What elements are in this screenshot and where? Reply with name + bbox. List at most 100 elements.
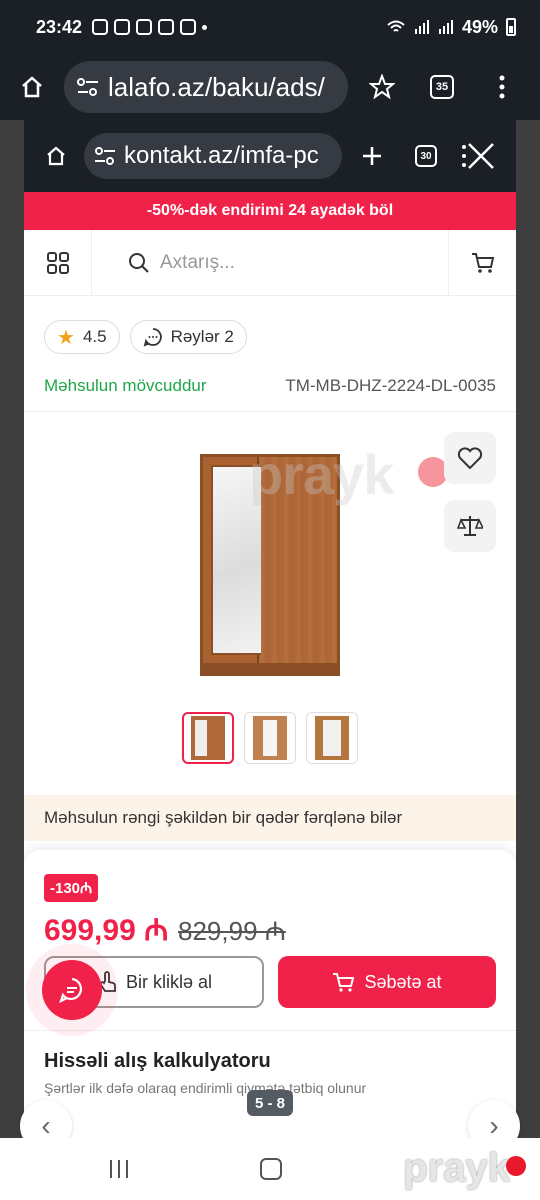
close-icon — [462, 143, 494, 169]
inner-url-text: kontakt.az/imfa-pc — [124, 142, 319, 169]
comment-icon — [143, 328, 162, 347]
tabs-icon: 30 — [415, 145, 437, 167]
cart-icon — [471, 252, 494, 273]
thumbnail-image — [315, 716, 349, 760]
snapchat-icon — [136, 19, 153, 35]
outer-browser-bar: lalafo.az/baku/ads/ 35 — [0, 54, 540, 120]
new-tab-button[interactable] — [352, 136, 392, 176]
more-icon — [499, 75, 505, 99]
bookmark-button[interactable] — [362, 67, 402, 107]
status-bar: 23:42 49% — [0, 0, 540, 54]
grid-icon — [46, 251, 69, 274]
promo-banner[interactable]: -50%-dək endirimi 24 ayadək böl — [24, 192, 516, 230]
chat-icon — [59, 977, 83, 1004]
rating-chip[interactable]: ★ 4.5 — [44, 320, 120, 354]
site-header: Axtarış... — [24, 229, 516, 296]
inner-browser-bar: kontakt.az/imfa-pc 30 — [24, 120, 516, 192]
divider — [24, 402, 516, 412]
battery-percent: 49% — [461, 16, 498, 37]
thumbnail[interactable] — [306, 712, 358, 764]
close-popup-button[interactable] — [458, 136, 498, 176]
reviews-label: Rəylər 2 — [170, 327, 234, 346]
divider — [24, 1030, 516, 1031]
search-input[interactable]: Axtarış... — [92, 252, 448, 274]
compare-button[interactable] — [444, 500, 496, 552]
system-home-button[interactable] — [260, 1158, 282, 1180]
status-right: 49% — [386, 17, 516, 38]
add-to-cart-label: Səbətə at — [364, 971, 442, 992]
status-time: 23:42 — [36, 16, 83, 37]
wifi-icon — [387, 20, 405, 32]
installment-calculator-title[interactable]: Hissəli alış kalkulyatoru — [44, 1050, 271, 1073]
signal-icon — [438, 20, 453, 34]
reviews-chip[interactable]: Rəylər 2 — [129, 320, 247, 354]
favorite-button[interactable] — [444, 432, 496, 484]
current-price: 699,99 ₼ — [44, 914, 169, 947]
add-to-cart-button[interactable]: Səbətə at — [278, 956, 496, 1008]
message-icon — [158, 19, 175, 35]
product-gallery: prayk — [24, 412, 516, 712]
battery-icon — [506, 18, 516, 36]
page-backdrop-right — [516, 120, 540, 1138]
buy-one-click-label: Bir kliklə al — [125, 971, 213, 992]
recent-apps-icon — [110, 1160, 112, 1178]
signal-icon — [414, 20, 429, 34]
outer-url-bar[interactable]: lalafo.az/baku/ads/ — [64, 61, 348, 113]
search-icon — [129, 252, 149, 273]
corner-watermark: prayk — [403, 1146, 510, 1190]
notification-icons — [92, 19, 208, 35]
cart-button[interactable] — [448, 229, 516, 296]
thumbnail-interior — [263, 720, 277, 756]
recent-apps-icon — [126, 1160, 128, 1178]
wardrobe-base — [203, 663, 337, 673]
product-sku: TM-MB-DHZ-2224-DL-0035 — [285, 376, 496, 395]
star-icon — [369, 74, 395, 100]
star-icon: ★ — [57, 326, 75, 349]
thumbnail[interactable] — [244, 712, 296, 764]
watermark-dot — [506, 1156, 526, 1176]
inner-home-button[interactable] — [36, 136, 76, 176]
old-price: 829,99 ₼ — [178, 916, 286, 946]
thumbnail-image — [191, 716, 225, 760]
home-button[interactable] — [12, 67, 52, 107]
recent-apps-icon — [118, 1160, 120, 1178]
menu-button[interactable] — [482, 67, 522, 107]
search-placeholder: Axtarış... — [160, 251, 235, 273]
color-disclaimer: Məhsulun rəngi şəkildən bir qədər fərqlə… — [24, 795, 516, 841]
instagram-icon — [180, 19, 197, 35]
snapchat-icon — [114, 19, 131, 35]
compare-icon — [457, 516, 483, 536]
plus-icon — [363, 147, 381, 165]
image-watermark: prayk — [249, 443, 394, 506]
more-notifications-icon — [202, 24, 208, 30]
scrolled-label — [24, 296, 516, 308]
inner-tabs-button[interactable]: 30 — [406, 136, 446, 176]
thumbnail-image — [253, 716, 287, 760]
outer-url-text: lalafo.az/baku/ads/ — [108, 71, 325, 102]
system-nav-bar: prayk — [0, 1138, 540, 1200]
installment-calculator-subtitle: Şərtlər ilk dəfə olaraq endirimli qiymət… — [44, 1080, 367, 1096]
catalog-button[interactable] — [24, 229, 92, 296]
discount-badge: -130₼ — [44, 874, 99, 902]
page-backdrop-left — [0, 120, 24, 1138]
thumbnail-mirror — [195, 720, 207, 756]
availability-status: Məhsulun mövcuddur — [44, 376, 207, 395]
heart-icon — [457, 447, 483, 470]
thumbnail-shelves — [323, 720, 341, 756]
recent-apps-button[interactable] — [110, 1160, 128, 1178]
rating-row: ★ 4.5 Rəylər 2 — [24, 308, 516, 354]
chat-button[interactable] — [42, 960, 102, 1020]
gallery-page-indicator: 5 - 8 — [247, 1090, 293, 1116]
thumbnail-strip — [24, 712, 516, 776]
tabs-icon: 35 — [430, 75, 454, 99]
availability-row: Məhsulun mövcuddur TM-MB-DHZ-2224-DL-003… — [24, 354, 516, 402]
cart-icon — [333, 973, 355, 992]
thumbnail[interactable] — [182, 712, 234, 764]
rating-value: 4.5 — [82, 327, 107, 346]
inner-url-bar[interactable]: kontakt.az/imfa-pc — [84, 133, 342, 179]
tune-icon — [77, 78, 98, 96]
home-icon — [47, 146, 65, 166]
instagram-icon — [92, 19, 109, 35]
tabs-button[interactable]: 35 — [422, 67, 462, 107]
tune-icon — [95, 147, 115, 165]
